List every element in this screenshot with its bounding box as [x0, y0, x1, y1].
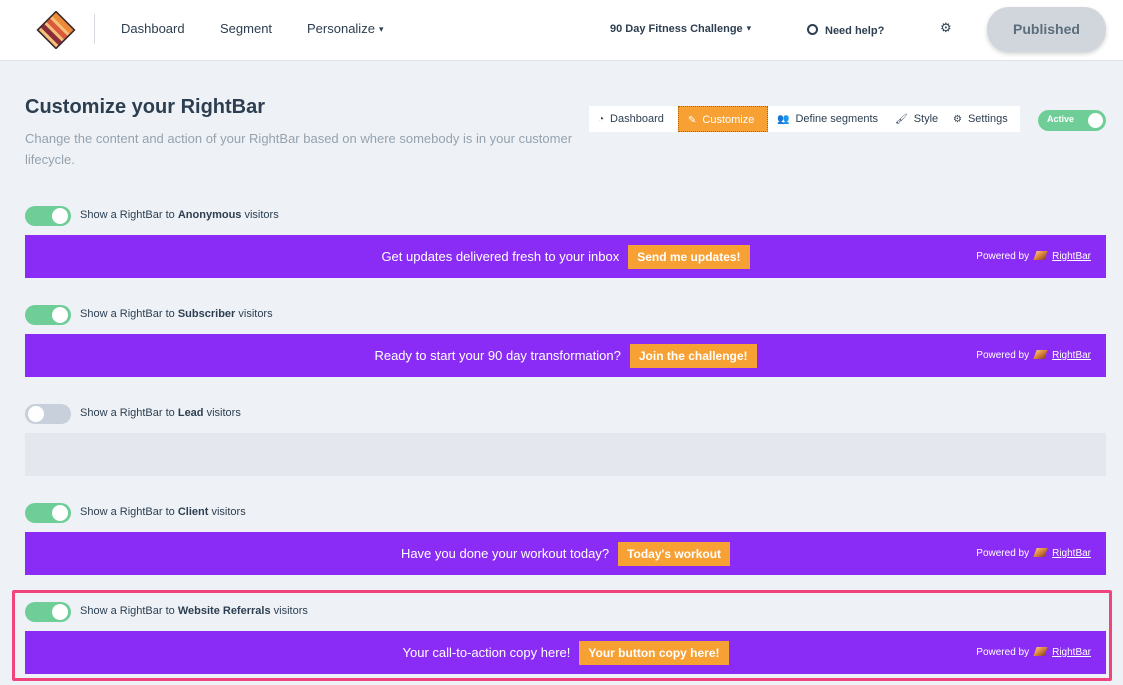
tab-label: Style [913, 113, 939, 125]
gear-icon: ⚙ [953, 114, 962, 125]
segment-label-website-referrals: Show a RightBar to Website Referrals vis… [80, 605, 308, 617]
rightbar-link[interactable]: RightBar [1052, 647, 1091, 658]
bar-cta-button[interactable]: Join the challenge! [629, 343, 757, 368]
segment-toggle-subscriber[interactable] [25, 305, 71, 325]
bar-cta-button[interactable]: Send me updates! [628, 244, 750, 269]
published-button[interactable]: Published [987, 7, 1106, 52]
powered-by: Powered by RightBar [976, 350, 1091, 361]
segment-toggle-anonymous[interactable] [25, 206, 71, 226]
rightbar-link[interactable]: RightBar [1052, 350, 1091, 361]
tab-label: Dashboard [610, 113, 664, 125]
toggle-knob [52, 505, 68, 521]
tab-style[interactable]: 🖌 Style [886, 106, 944, 132]
section-tabs: ◔ Dashboard ✎ Customize 👥 Define segments 🖌… [589, 106, 1020, 132]
toggle-knob [52, 307, 68, 323]
tab-customize[interactable]: ✎ Customize [678, 106, 768, 132]
segment-toggle-website-referrals[interactable] [25, 602, 71, 622]
chevron-down-icon: ▾ [746, 23, 752, 33]
project-name: 90 Day Fitness Challenge [610, 23, 743, 35]
lifebuoy-icon [807, 24, 818, 35]
toggle-knob [1088, 113, 1103, 128]
rightbar-preview-anonymous: Get updates delivered fresh to your inbo… [25, 235, 1106, 278]
segment-toggle-client[interactable] [25, 503, 71, 523]
nav-personalize-menu[interactable]: Personalize ▾ [307, 21, 383, 36]
nav-dashboard-link[interactable]: Dashboard [121, 21, 185, 36]
tab-dashboard[interactable]: ◔ Dashboard [589, 106, 678, 132]
rightbar-preview-subscriber: Ready to start your 90 day transformatio… [25, 334, 1106, 377]
toggle-knob [52, 208, 68, 224]
rightbar-link[interactable]: RightBar [1052, 251, 1091, 262]
segment-toggle-lead[interactable] [25, 404, 71, 424]
page-subtitle: Change the content and action of your Ri… [25, 131, 573, 167]
tab-settings[interactable]: ⚙ Settings [944, 106, 1020, 132]
tab-label: Settings [967, 113, 1008, 125]
bar-cta-button[interactable]: Today's workout [618, 541, 731, 566]
help-label: Need help? [825, 25, 885, 37]
settings-gear-icon[interactable]: ⚙ [940, 20, 952, 36]
bar-message[interactable]: Have you done your workout today? [401, 532, 609, 575]
rightbar-logo[interactable] [36, 11, 76, 49]
bar-message[interactable]: Ready to start your 90 day transformatio… [374, 334, 620, 377]
tab-label: Customize [702, 114, 755, 126]
nav-segment-link[interactable]: Segment [220, 21, 272, 36]
brush-icon: 🖌 [895, 114, 908, 125]
toggle-knob [52, 604, 68, 620]
tab-define-segments[interactable]: 👥 Define segments [768, 106, 886, 132]
chevron-down-icon: ▾ [378, 24, 384, 34]
rightbar-preview-client: Have you done your workout today? Today's… [25, 532, 1106, 575]
bar-message[interactable]: Your call-to-action copy here! [403, 631, 571, 674]
rightbar-logo-icon [1033, 350, 1048, 359]
rightbar-logo-icon [1033, 548, 1048, 557]
powered-by: Powered by RightBar [976, 251, 1091, 262]
powered-by: Powered by RightBar [976, 548, 1091, 559]
help-link[interactable]: Need help? [807, 23, 884, 37]
users-icon: 👥 [777, 114, 790, 125]
tab-label: Define segments [795, 113, 878, 125]
bar-message[interactable]: Get updates delivered fresh to your inbo… [381, 235, 619, 278]
rightbar-preview-website-referrals: Your call-to-action copy here! Your butto… [25, 631, 1106, 674]
project-selector[interactable]: 90 Day Fitness Challenge ▾ [610, 23, 751, 35]
segment-label-lead: Show a RightBar to Lead visitors [80, 407, 241, 419]
page-title: Customize your RightBar [25, 96, 266, 118]
rightbar-logo-icon [1033, 251, 1048, 260]
nav-personalize-label: Personalize [307, 21, 375, 36]
segment-label-anonymous: Show a RightBar to Anonymous visitors [80, 209, 279, 221]
nav-divider [94, 14, 95, 44]
rightbar-link[interactable]: RightBar [1052, 548, 1091, 559]
segment-label-client: Show a RightBar to Client visitors [80, 506, 246, 518]
toggle-knob [28, 406, 44, 422]
top-nav: Dashboard Segment Personalize ▾ 90 Day Fi… [0, 0, 1123, 61]
powered-by: Powered by RightBar [976, 647, 1091, 658]
pencil-icon: ✎ [688, 115, 697, 126]
bar-cta-button[interactable]: Your button copy here! [579, 640, 729, 665]
rightbar-logo-icon [1033, 647, 1048, 656]
gauge-icon: ◔ [598, 114, 605, 125]
active-status-toggle[interactable]: Active [1038, 110, 1106, 131]
active-status-label: Active [1047, 114, 1075, 124]
rightbar-preview-lead-empty [25, 433, 1106, 476]
segment-label-subscriber: Show a RightBar to Subscriber visitors [80, 308, 273, 320]
